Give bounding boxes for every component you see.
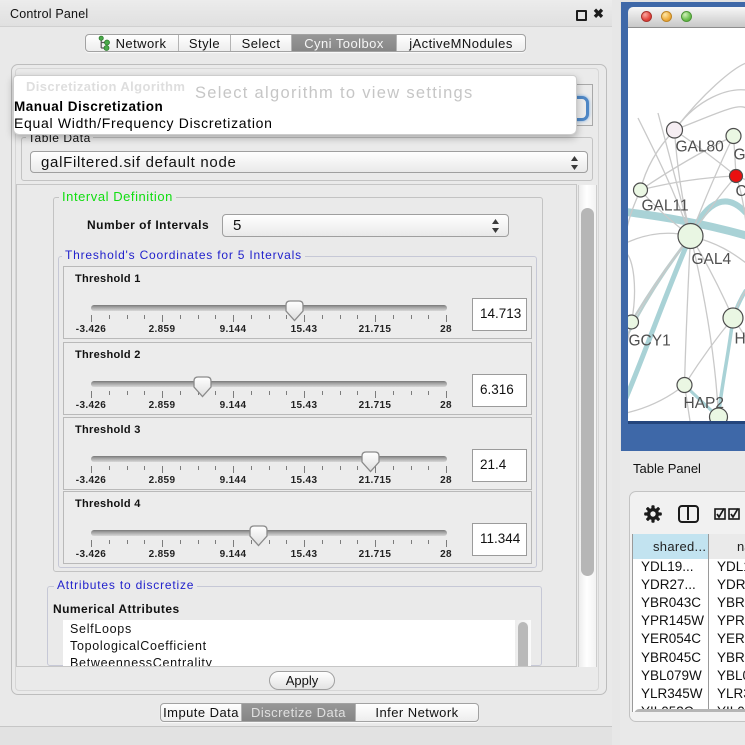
- svg-text:GCY1: GCY1: [629, 333, 671, 350]
- svg-text:HAP2: HAP2: [684, 395, 725, 412]
- svg-text:GAL11: GAL11: [642, 198, 689, 215]
- svg-text:GAL4: GAL4: [692, 251, 732, 268]
- svg-text:GA: GA: [734, 147, 745, 164]
- svg-text:GAL80: GAL80: [676, 139, 725, 156]
- svg-text:C: C: [736, 183, 745, 200]
- svg-text:H: H: [735, 331, 745, 348]
